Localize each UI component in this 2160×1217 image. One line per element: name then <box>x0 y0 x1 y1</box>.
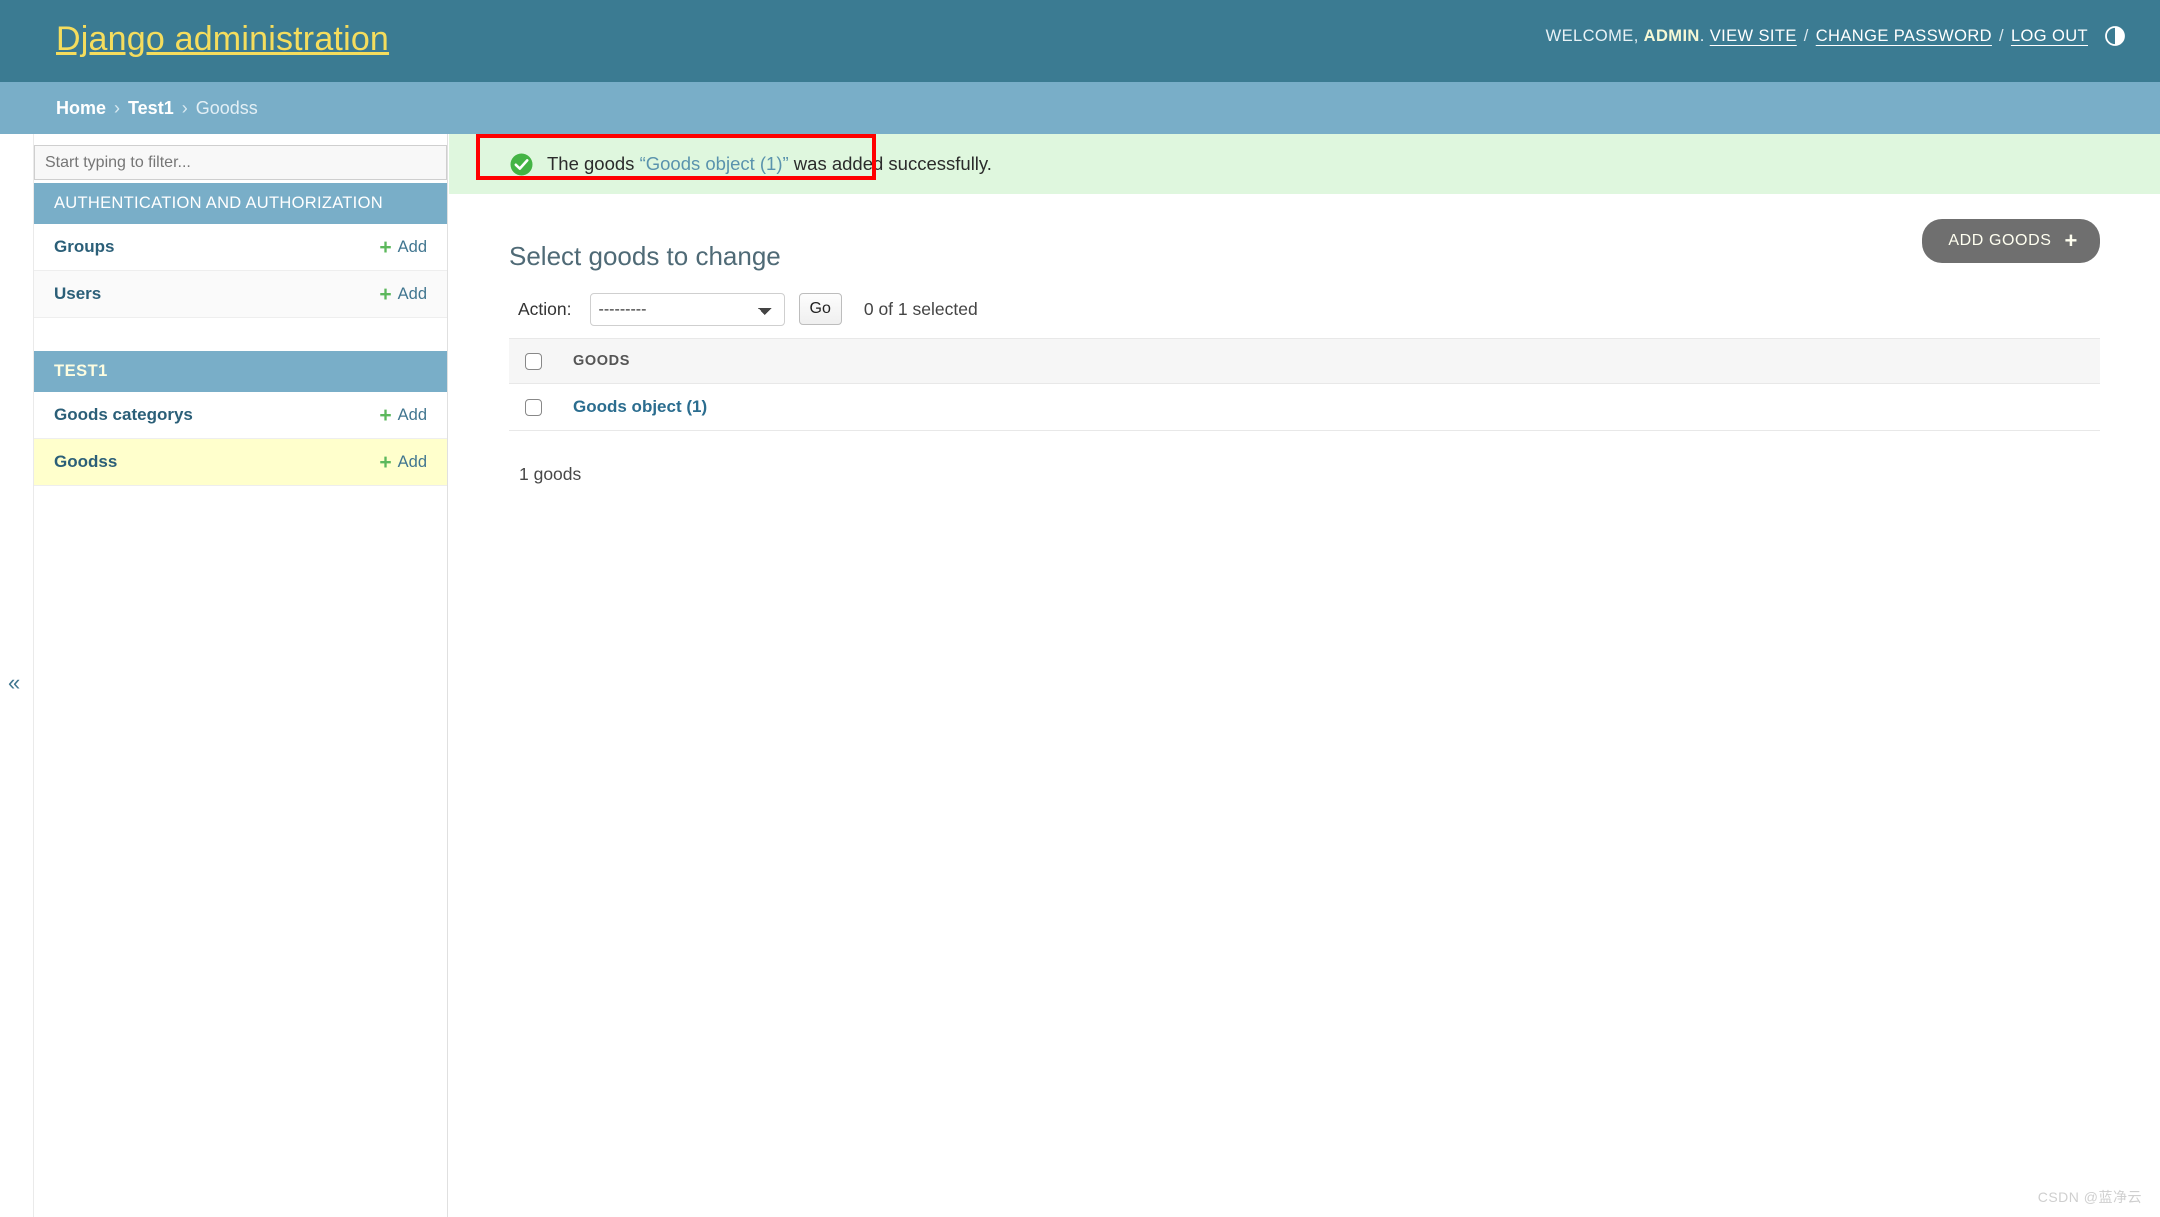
sidebar-item-label-groups[interactable]: Groups <box>54 237 114 257</box>
sidebar-add-label-goodss: Add <box>398 453 427 472</box>
results-table: GOODS Goods object (1) <box>509 338 2100 431</box>
plus-icon: + <box>379 405 391 426</box>
select-all-header <box>509 339 563 384</box>
sidebar-item-label-goodss[interactable]: Goodss <box>54 452 117 472</box>
branding: Django administration <box>56 14 389 64</box>
action-counter: 0 of 1 selected <box>864 299 978 320</box>
table-row: Goods object (1) <box>509 384 2100 431</box>
sidebar-item-label-goods-categorys[interactable]: Goods categorys <box>54 405 193 425</box>
add-goods-label: ADD GOODS <box>1948 232 2051 250</box>
usertools-separator-2: / <box>1992 27 2011 46</box>
sidebar-item-label-users[interactable]: Users <box>54 284 101 304</box>
admin-page: Django administration WELCOME, ADMIN . V… <box>0 0 2160 1217</box>
results-table-body: Goods object (1) <box>509 384 2100 431</box>
success-check-icon <box>509 152 534 177</box>
content-area: The goods “Goods object (1)” was added s… <box>449 134 2160 1217</box>
sidebar-module-auth: AUTHENTICATION AND AUTHORIZATION Groups … <box>34 183 447 318</box>
username-label: ADMIN <box>1644 27 1700 46</box>
row-checkbox[interactable] <box>525 399 542 416</box>
add-goods-button[interactable]: ADD GOODS + <box>1922 219 2100 263</box>
plus-icon: + <box>379 237 391 258</box>
sidebar-item-groups[interactable]: Groups + Add <box>34 224 447 271</box>
breadcrumb-separator-2: › <box>174 98 196 119</box>
plus-icon: + <box>379 452 391 473</box>
log-out-link[interactable]: LOG OUT <box>2011 27 2088 46</box>
sidebar-module-caption-auth: AUTHENTICATION AND AUTHORIZATION <box>34 183 447 224</box>
table-header-row: GOODS <box>509 339 2100 384</box>
action-label: Action: <box>518 299 572 320</box>
sidebar-module-caption-test1: TEST1 <box>34 351 447 392</box>
sidebar-add-label-goods-categorys: Add <box>398 406 427 425</box>
view-site-link[interactable]: VIEW SITE <box>1710 27 1797 46</box>
message-text-after: was added successfully. <box>789 153 992 174</box>
sidebar-item-goods-categorys[interactable]: Goods categorys + Add <box>34 392 447 439</box>
site-header: Django administration WELCOME, ADMIN . V… <box>0 0 2160 82</box>
select-all-checkbox[interactable] <box>525 353 542 370</box>
row-cell-goods: Goods object (1) <box>563 384 2100 431</box>
message-text-before: The goods <box>547 153 640 174</box>
sidebar-add-groups[interactable]: + Add <box>379 237 427 258</box>
plus-icon: + <box>379 284 391 305</box>
breadcrumb-home[interactable]: Home <box>56 98 106 119</box>
success-message-banner: The goods “Goods object (1)” was added s… <box>449 134 2160 194</box>
row-select-cell <box>509 384 563 431</box>
message-object-link[interactable]: “Goods object (1)” <box>640 153 789 174</box>
sidebar-add-label-groups: Add <box>398 238 427 257</box>
go-button[interactable]: Go <box>799 293 842 325</box>
site-title[interactable]: Django administration <box>56 20 389 58</box>
change-password-link[interactable]: CHANGE PASSWORD <box>1816 27 1992 46</box>
welcome-text: WELCOME, <box>1546 27 1639 46</box>
watermark: CSDN @蓝净云 <box>2038 1187 2142 1207</box>
breadcrumb-separator-1: › <box>106 98 128 119</box>
plus-icon: + <box>2065 230 2078 252</box>
object-tools: ADD GOODS + <box>1922 219 2100 263</box>
page-title: Select goods to change <box>509 241 781 272</box>
nav-sidebar: AUTHENTICATION AND AUTHORIZATION Groups … <box>33 134 448 1217</box>
usertools-separator-1: / <box>1797 27 1816 46</box>
sidebar-item-users[interactable]: Users + Add <box>34 271 447 318</box>
sidebar-add-goodss[interactable]: + Add <box>379 452 427 473</box>
action-select[interactable]: --------- <box>590 293 785 326</box>
sidebar-add-users[interactable]: + Add <box>379 284 427 305</box>
breadcrumb: Home › Test1 › Goodss <box>0 82 2160 134</box>
success-message-text: The goods “Goods object (1)” was added s… <box>547 153 992 175</box>
sidebar-add-label-users: Add <box>398 285 427 304</box>
user-tools: WELCOME, ADMIN . VIEW SITE / CHANGE PASS… <box>1546 25 2126 47</box>
sidebar-module-test1: TEST1 Goods categorys + Add Goodss + Add <box>34 351 447 486</box>
sidebar-filter-input[interactable] <box>34 145 447 180</box>
changelist-main: Select goods to change ADD GOODS + Actio… <box>449 194 2160 1217</box>
column-header-goods[interactable]: GOODS <box>563 339 2100 384</box>
actions-bar: Action: --------- Go 0 of 1 selected <box>509 280 2100 338</box>
sidebar-item-goodss[interactable]: Goodss + Add <box>34 439 447 486</box>
content-header: Select goods to change ADD GOODS + <box>509 194 2100 280</box>
breadcrumb-current-goodss: Goodss <box>196 98 258 119</box>
results-table-head: GOODS <box>509 339 2100 384</box>
result-count: 1 goods <box>509 464 2100 485</box>
theme-toggle-icon[interactable] <box>2104 25 2126 47</box>
sidebar-add-goods-categorys[interactable]: + Add <box>379 405 427 426</box>
sidebar-collapse-toggle[interactable]: « <box>8 672 20 694</box>
row-link-goods-object-1[interactable]: Goods object (1) <box>573 397 707 416</box>
breadcrumb-app-test1[interactable]: Test1 <box>128 98 174 119</box>
